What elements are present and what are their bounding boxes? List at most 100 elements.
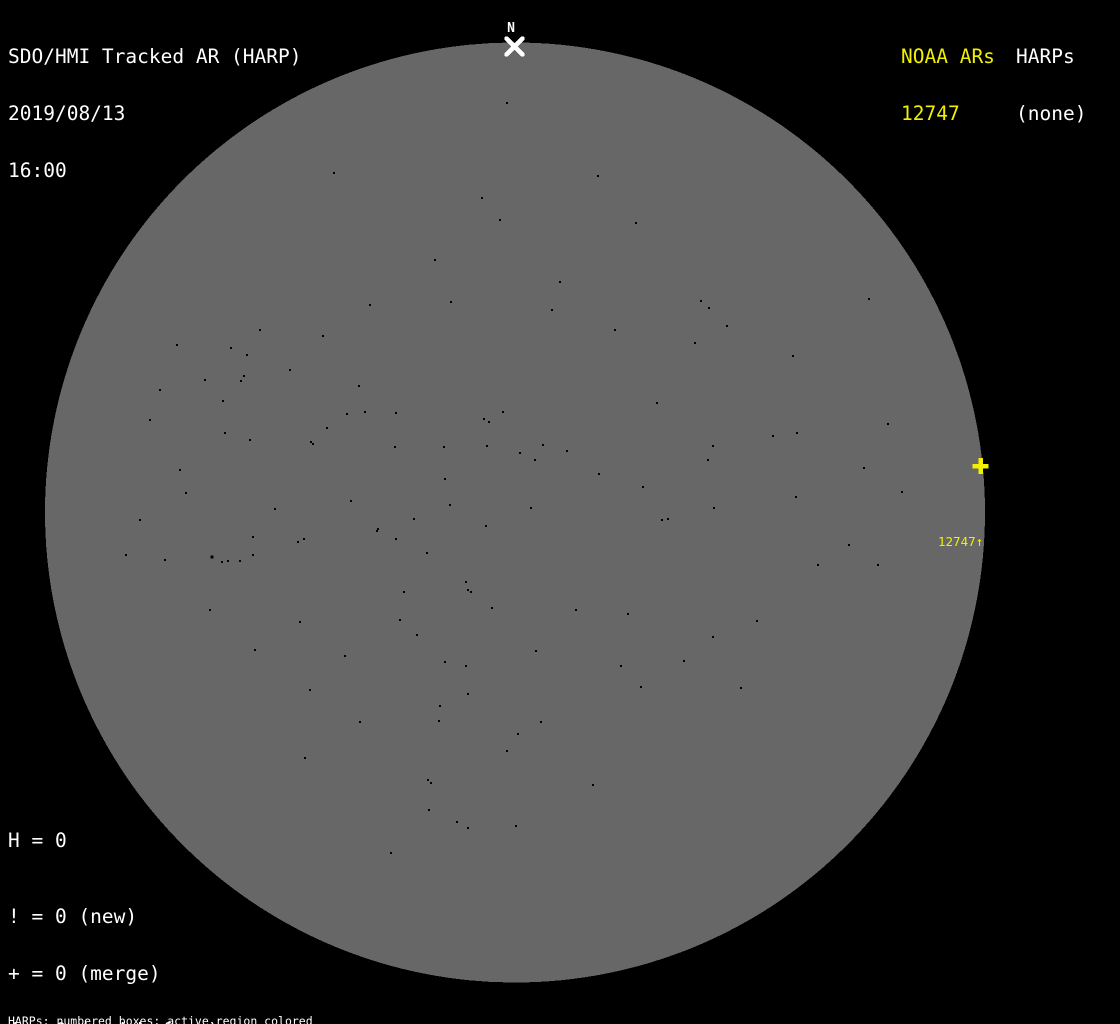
speckle: [434, 259, 436, 261]
header-block: SDO/HMI Tracked AR (HARP) 2019/08/13 16:…: [8, 9, 302, 218]
speckle: [164, 559, 166, 561]
speckle: [667, 518, 669, 520]
caption-block: HARPs: numbered boxes; active region col…: [8, 991, 410, 1024]
speckle: [149, 419, 151, 421]
speckle: [377, 528, 379, 530]
speckle: [246, 354, 248, 356]
speckle: [863, 467, 865, 469]
speckle: [297, 541, 299, 543]
speckle: [390, 852, 392, 854]
speckle: [243, 375, 245, 377]
speckle: [289, 369, 291, 371]
speckle: [756, 620, 758, 622]
speckle: [540, 721, 542, 723]
speckle: [598, 473, 600, 475]
page-title: SDO/HMI Tracked AR (HARP): [8, 47, 302, 66]
speckle: [309, 689, 311, 691]
speckle: [125, 554, 127, 556]
speckle: [713, 507, 715, 509]
speckle: [369, 304, 371, 306]
speckle: [868, 298, 870, 300]
speckle: [467, 589, 469, 591]
observation-date: 2019/08/13: [8, 104, 302, 123]
speckle: [358, 385, 360, 387]
speckle: [359, 721, 361, 723]
speckle: [486, 445, 488, 447]
noaa-ars-column: NOAA ARs 12747: [901, 9, 995, 161]
speckle: [694, 342, 696, 344]
speckle: [204, 379, 206, 381]
speckle: [364, 411, 366, 413]
speckle: [439, 705, 441, 707]
speckle: [259, 329, 261, 331]
speckle: [413, 518, 415, 520]
speckle: [299, 621, 301, 623]
speckle: [642, 486, 644, 488]
speckle: [249, 439, 251, 441]
speckle: [312, 443, 314, 445]
speckle: [620, 665, 622, 667]
speckle: [712, 636, 714, 638]
speckle: [395, 412, 397, 414]
speckle: [240, 380, 242, 382]
speckle: [635, 222, 637, 224]
speckle: [772, 435, 774, 437]
speckle: [530, 507, 532, 509]
speckle: [506, 750, 508, 752]
legend-item-new: ! = 0 (new): [8, 907, 231, 926]
speckle: [559, 281, 561, 283]
speckle: [427, 779, 429, 781]
speckle: [211, 556, 214, 559]
speckle: [444, 661, 446, 663]
speckle: [456, 821, 458, 823]
caption-harps: HARPs: numbered boxes; active region col…: [8, 1015, 410, 1024]
speckle: [726, 325, 728, 327]
speckle: [227, 560, 229, 562]
speckle: [444, 478, 446, 480]
speckle: [640, 686, 642, 688]
speckle: [656, 402, 658, 404]
speckle: [209, 609, 211, 611]
speckle: [449, 504, 451, 506]
speckle: [395, 538, 397, 540]
speckle: [426, 552, 428, 554]
noaa-ars-value: 12747: [901, 104, 995, 123]
observation-time: 16:00: [8, 161, 302, 180]
speckle: [481, 197, 483, 199]
speckle: [450, 301, 452, 303]
speckle: [346, 413, 348, 415]
speckle: [333, 172, 335, 174]
speckle: [614, 329, 616, 331]
speckle: [535, 650, 537, 652]
speckle: [470, 591, 472, 593]
speckle: [517, 733, 519, 735]
speckle: [326, 427, 328, 429]
speckle: [887, 423, 889, 425]
harps-value: (none): [1016, 104, 1086, 123]
speckle: [376, 530, 378, 532]
speckle: [575, 609, 577, 611]
speckle: [224, 432, 226, 434]
speckle: [304, 757, 306, 759]
speckle: [252, 536, 254, 538]
speckle: [683, 660, 685, 662]
speckle: [252, 554, 254, 556]
speckle: [185, 492, 187, 494]
speckle: [700, 300, 702, 302]
noaa-ar-number-label: 12747↑: [938, 534, 983, 549]
speckle: [707, 459, 709, 461]
speckle: [740, 687, 742, 689]
speckle: [416, 634, 418, 636]
speckle: [712, 445, 714, 447]
speckle: [592, 784, 594, 786]
speckle: [597, 175, 599, 177]
north-pole-label: N: [507, 21, 515, 36]
speckle: [350, 500, 352, 502]
speckle: [443, 446, 445, 448]
noaa-ars-heading: NOAA ARs: [901, 47, 995, 66]
speckle: [428, 809, 430, 811]
speckle: [465, 665, 467, 667]
speckle: [519, 452, 521, 454]
speckle: [515, 825, 517, 827]
speckle: [534, 459, 536, 461]
